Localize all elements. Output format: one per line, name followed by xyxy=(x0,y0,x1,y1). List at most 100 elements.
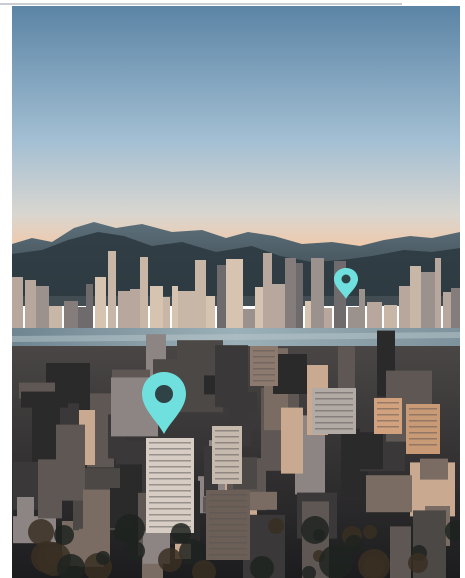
skyline-building xyxy=(263,253,272,328)
foreground-building xyxy=(281,407,303,474)
skyline-building xyxy=(255,287,263,328)
tower-window-row xyxy=(215,442,239,444)
tower-window-row xyxy=(149,514,191,516)
tree-canopy xyxy=(363,525,377,539)
tower-window-row xyxy=(149,442,191,444)
foreground-building xyxy=(366,475,412,513)
tower-window-row xyxy=(315,410,353,412)
foreground-building xyxy=(56,424,85,501)
skyline-building xyxy=(324,308,332,328)
foreground-building xyxy=(420,458,448,480)
tree-canopy xyxy=(363,556,385,578)
skyline-building xyxy=(195,260,206,328)
tower-window-row xyxy=(149,466,191,468)
tower-window-row xyxy=(149,484,191,486)
tree-canopy xyxy=(28,519,54,545)
tree-canopy xyxy=(268,518,284,534)
skyline-building xyxy=(12,277,23,328)
city-scene xyxy=(12,6,460,578)
tower-window-row xyxy=(209,542,247,544)
foreground-building xyxy=(17,497,34,522)
tower-window-row xyxy=(215,466,239,468)
tower-window-row xyxy=(215,478,239,480)
tower-window-row xyxy=(215,448,239,450)
skyline-building xyxy=(359,289,365,328)
skyline-building xyxy=(451,288,460,328)
tower-window-row xyxy=(209,518,247,520)
tower-window-row xyxy=(377,420,399,422)
tower-window-row xyxy=(253,368,275,370)
tower-window-row xyxy=(149,448,191,450)
skyline-building xyxy=(410,266,421,328)
tower-window-row xyxy=(253,350,275,352)
tree-canopy xyxy=(301,516,329,544)
foreground-tower xyxy=(406,404,440,454)
skyline-building xyxy=(78,307,86,328)
tower-window-row xyxy=(209,530,247,532)
screen xyxy=(0,0,465,578)
foreground-building xyxy=(273,354,307,394)
skyline-building xyxy=(25,280,36,328)
tower-window-row xyxy=(253,380,275,382)
tower-window-row xyxy=(315,422,353,424)
tower-window-row xyxy=(377,402,399,404)
tower-window-row xyxy=(409,426,437,428)
skyline-building xyxy=(118,291,130,328)
foreground-building xyxy=(231,392,257,415)
tower-window-row xyxy=(209,524,247,526)
skyline-building xyxy=(435,258,441,328)
tree-canopy xyxy=(54,525,74,545)
skyline-building xyxy=(140,257,148,328)
foreground-building xyxy=(116,440,150,465)
tower-window-row xyxy=(253,362,275,364)
skyline-building xyxy=(178,291,195,328)
foreground-buildings xyxy=(13,330,460,578)
tower-window-row xyxy=(149,460,191,462)
skyline-building xyxy=(443,292,451,328)
skyline-building xyxy=(150,286,163,328)
skyline-building xyxy=(206,296,215,328)
tree-canopy xyxy=(125,541,145,561)
tree-canopy xyxy=(115,514,145,544)
skyline-building xyxy=(272,284,285,328)
tower-window-row xyxy=(149,508,191,510)
tower-window-row xyxy=(315,392,353,394)
skyline-building xyxy=(217,265,226,328)
tower-window-row xyxy=(215,436,239,438)
tower-window-row xyxy=(149,472,191,474)
foreground-building xyxy=(338,346,355,394)
skyline-building xyxy=(163,297,170,328)
tower-window-row xyxy=(409,438,437,440)
sky xyxy=(12,6,460,251)
skyline-building xyxy=(348,307,359,328)
tower-window-row xyxy=(409,420,437,422)
tower-window-row xyxy=(149,454,191,456)
tower-window-row xyxy=(209,494,247,496)
tower-window-row xyxy=(315,428,353,430)
tower-window-row xyxy=(315,416,353,418)
skyline-building xyxy=(367,302,382,328)
tower-window-row xyxy=(315,398,353,400)
tower-window-row xyxy=(377,414,399,416)
skyline-building xyxy=(36,286,49,328)
tower-window-row xyxy=(215,472,239,474)
skyline-building xyxy=(243,309,255,328)
skyline-building xyxy=(226,259,243,328)
tower-window-row xyxy=(409,444,437,446)
tower-window-row xyxy=(149,496,191,498)
skyline-building xyxy=(384,305,397,328)
foreground-building xyxy=(355,432,383,470)
skyline-building xyxy=(399,286,410,328)
tower-window-row xyxy=(409,408,437,410)
tower-window-row xyxy=(209,506,247,508)
skyline-building xyxy=(86,284,93,328)
tower-window-row xyxy=(209,536,247,538)
foreground-building xyxy=(21,391,68,408)
tower-window-row xyxy=(377,408,399,410)
tower-window-row xyxy=(209,548,247,550)
tower-window-row xyxy=(149,478,191,480)
skyline-building xyxy=(172,286,178,328)
tree-canopy xyxy=(345,535,363,553)
tower-window-row xyxy=(377,426,399,428)
tower-window-row xyxy=(209,500,247,502)
